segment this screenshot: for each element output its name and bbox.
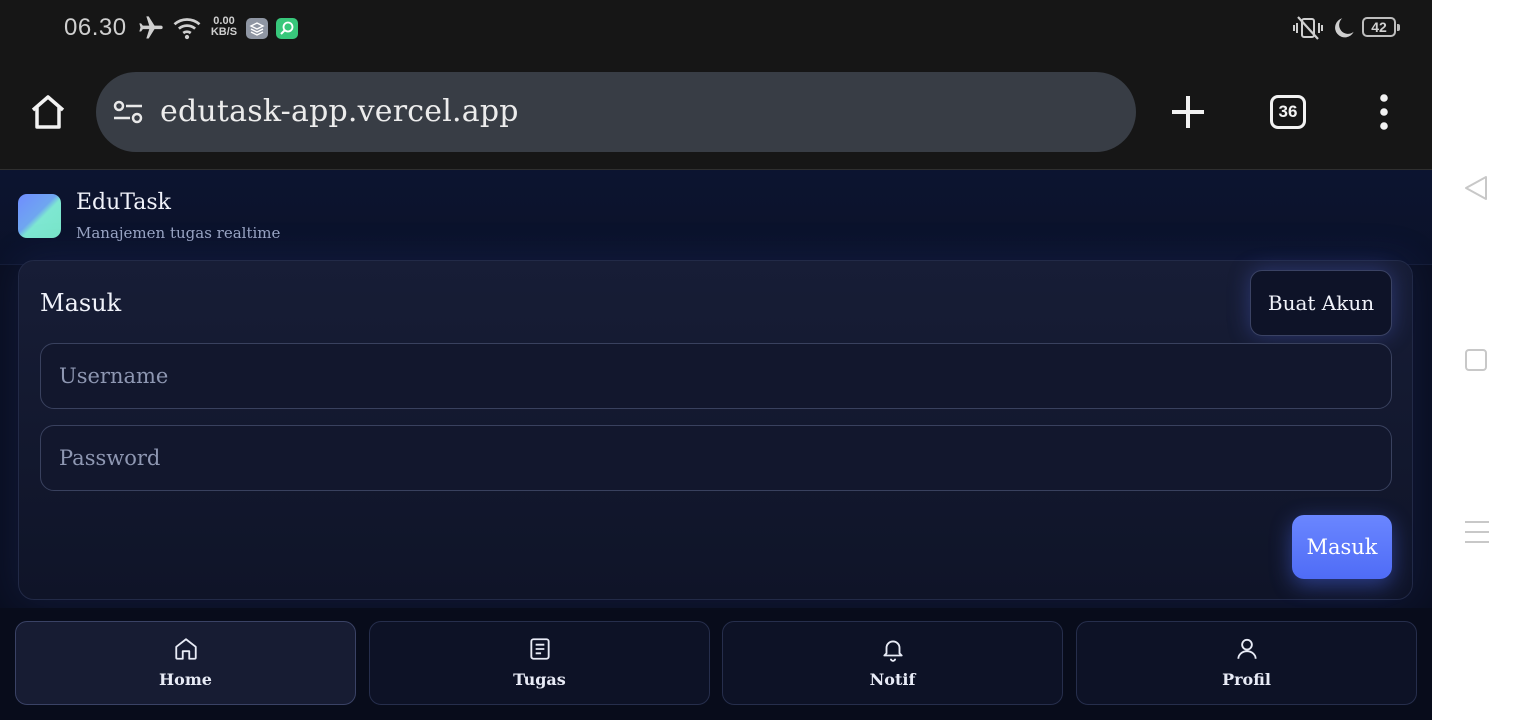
app-header: EduTask Manajemen tugas realtime xyxy=(0,170,1432,265)
login-card: Masuk Buat Akun Masuk xyxy=(18,260,1413,600)
tab-count: 36 xyxy=(1278,102,1298,121)
wifi-icon xyxy=(172,14,202,42)
address-bar[interactable]: edutask-app.vercel.app xyxy=(96,72,1136,152)
new-tab-icon[interactable] xyxy=(1170,94,1206,130)
web-content: EduTask Manajemen tugas realtime Masuk B… xyxy=(0,170,1432,720)
nav-home[interactable]: Home xyxy=(15,621,356,705)
app-badge-green-icon xyxy=(276,18,298,39)
back-icon[interactable] xyxy=(1462,174,1490,202)
url-text[interactable]: edutask-app.vercel.app xyxy=(160,94,519,129)
nav-notif[interactable]: Notif xyxy=(722,621,1063,705)
airplane-icon xyxy=(136,14,166,42)
document-icon xyxy=(529,638,550,660)
home-icon[interactable] xyxy=(28,92,68,132)
password-input[interactable] xyxy=(40,425,1392,491)
login-title: Masuk xyxy=(40,289,122,317)
system-nav-bar xyxy=(1432,0,1520,720)
status-bar: 06.30 0.00 KB/S 42 xyxy=(0,0,1432,56)
speed-unit: KB/S xyxy=(210,26,238,38)
app-tagline: Manajemen tugas realtime xyxy=(76,224,281,242)
menu-dots-icon[interactable] xyxy=(1370,94,1398,130)
app-logo xyxy=(18,194,61,238)
tab-switcher-button[interactable]: 36 xyxy=(1270,95,1306,129)
nav-tugas[interactable]: Tugas xyxy=(369,621,710,705)
app-title: EduTask xyxy=(76,190,172,215)
vibrate-off-icon xyxy=(1292,14,1324,42)
nav-profil[interactable]: Profil xyxy=(1076,621,1417,705)
nav-home-label: Home xyxy=(159,670,212,689)
recents-square-icon[interactable] xyxy=(1464,348,1488,372)
nav-notif-label: Notif xyxy=(869,670,916,689)
create-account-button[interactable]: Buat Akun xyxy=(1250,270,1392,336)
battery-icon: 42 xyxy=(1362,17,1400,37)
battery-level: 42 xyxy=(1371,19,1387,35)
home-icon xyxy=(174,638,197,660)
network-speed: 0.00 KB/S xyxy=(207,16,241,38)
user-icon xyxy=(1236,638,1257,659)
app-badge-icon xyxy=(246,18,268,39)
moon-icon xyxy=(1332,14,1358,42)
bottom-nav: Home Tugas Notif Profil xyxy=(0,608,1432,720)
nav-profil-label: Profil xyxy=(1222,670,1271,689)
nav-tugas-label: Tugas xyxy=(513,670,566,689)
browser-toolbar: edutask-app.vercel.app 36 xyxy=(0,56,1432,170)
menu-lines-icon[interactable] xyxy=(1463,519,1491,545)
bell-icon xyxy=(882,640,903,662)
username-input[interactable] xyxy=(40,343,1392,409)
login-button[interactable]: Masuk xyxy=(1292,515,1392,579)
status-time: 06.30 xyxy=(64,14,127,41)
site-settings-icon[interactable] xyxy=(112,96,144,128)
